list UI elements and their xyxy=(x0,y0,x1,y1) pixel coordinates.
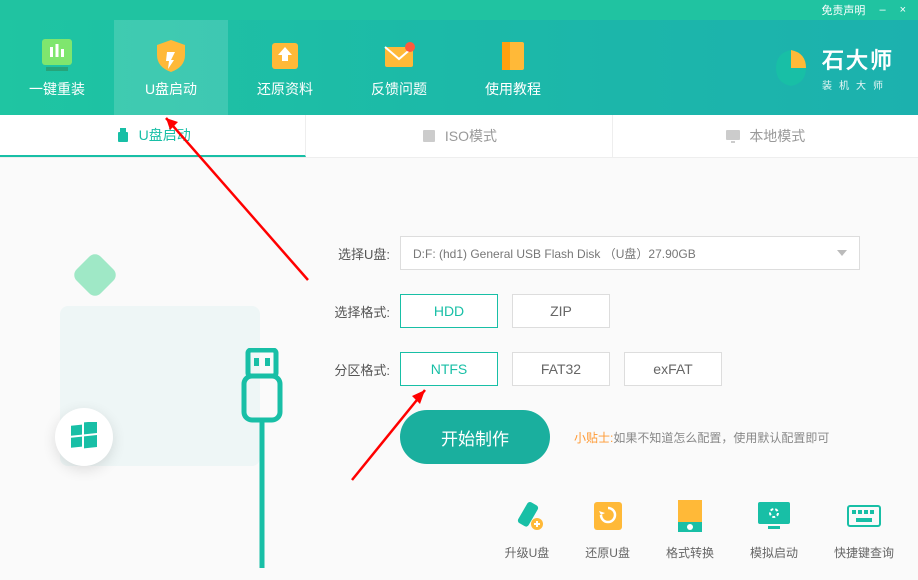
tool-label: 快捷键查询 xyxy=(834,544,894,561)
tip-text: 小贴士:如果不知道怎么配置，使用默认配置即可 xyxy=(574,429,829,446)
tool-label: 格式转换 xyxy=(666,544,714,561)
tool-simulate-boot[interactable]: 模拟启动 xyxy=(750,494,798,561)
usb-shield-icon xyxy=(150,37,192,73)
envelope-icon xyxy=(378,37,420,73)
tool-convert-format[interactable]: 格式转换 xyxy=(666,494,714,561)
chevron-down-icon xyxy=(837,250,847,256)
titlebar: 免责声明 – × xyxy=(0,0,918,20)
subtab-local[interactable]: 本地模式 xyxy=(613,115,918,157)
main-nav: 一键重装 U盘启动 还原资料 反馈问题 使用教程 xyxy=(0,20,570,115)
partition-exfat[interactable]: exFAT xyxy=(624,352,722,386)
start-button[interactable]: 开始制作 xyxy=(400,410,550,464)
nav-reinstall[interactable]: 一键重装 xyxy=(0,20,114,115)
subtab-usb[interactable]: U盘启动 xyxy=(0,115,306,157)
format-zip[interactable]: ZIP xyxy=(512,294,610,328)
nav-label: 一键重装 xyxy=(29,79,85,99)
usb-select-label: 选择U盘: xyxy=(320,244,390,263)
tool-upgrade-usb[interactable]: 升级U盘 xyxy=(505,494,550,561)
subtab-label: U盘启动 xyxy=(139,125,191,145)
windows-logo-icon xyxy=(55,408,113,466)
tip-body: 如果不知道怎么配置，使用默认配置即可 xyxy=(613,431,829,445)
disclaimer-link[interactable]: 免责声明 xyxy=(821,2,865,18)
book-icon xyxy=(492,37,534,73)
close-button[interactable]: × xyxy=(900,4,906,16)
nav-label: 使用教程 xyxy=(485,79,541,99)
nav-tutorial[interactable]: 使用教程 xyxy=(456,20,570,115)
nav-label: U盘启动 xyxy=(145,79,197,99)
partition-label: 分区格式: xyxy=(320,360,390,379)
subtab-iso[interactable]: ISO模式 xyxy=(306,115,612,157)
subtab-label: 本地模式 xyxy=(749,126,805,146)
nav-restore[interactable]: 还原资料 xyxy=(228,20,342,115)
header: 一键重装 U盘启动 还原资料 反馈问题 使用教程 xyxy=(0,20,918,115)
tool-label: 还原U盘 xyxy=(585,544,630,561)
tool-restore-usb[interactable]: 还原U盘 xyxy=(585,494,630,561)
reinstall-icon xyxy=(36,37,78,73)
brand-name: 石大师 xyxy=(822,43,894,75)
format-hdd[interactable]: HDD xyxy=(400,294,498,328)
usb-icon xyxy=(115,127,131,143)
restore-usb-icon xyxy=(586,494,630,538)
brand: 石大师 装机大师 xyxy=(770,43,918,92)
nav-label: 反馈问题 xyxy=(371,79,427,99)
brand-logo-icon xyxy=(770,47,812,89)
nav-feedback[interactable]: 反馈问题 xyxy=(342,20,456,115)
tool-hotkey-lookup[interactable]: 快捷键查询 xyxy=(834,494,894,561)
partition-ntfs[interactable]: NTFS xyxy=(400,352,498,386)
usb-plug-icon xyxy=(232,348,292,568)
keyboard-icon xyxy=(842,494,886,538)
decor-shape xyxy=(71,251,119,299)
brand-sub: 装机大师 xyxy=(822,77,894,92)
iso-icon xyxy=(421,128,437,144)
simulate-icon xyxy=(752,494,796,538)
bottom-tools: 升级U盘 还原U盘 格式转换 模拟启动 快捷键查询 xyxy=(505,494,894,561)
minimize-button[interactable]: – xyxy=(879,4,885,16)
nav-label: 还原资料 xyxy=(257,79,313,99)
usb-select[interactable]: D:F: (hd1) General USB Flash Disk （U盘）27… xyxy=(400,236,860,270)
subtab-label: ISO模式 xyxy=(445,126,497,146)
restore-icon xyxy=(264,37,306,73)
nav-usb-boot[interactable]: U盘启动 xyxy=(114,20,228,115)
tool-label: 升级U盘 xyxy=(505,544,550,561)
usb-select-value: D:F: (hd1) General USB Flash Disk （U盘）27… xyxy=(413,245,696,262)
illustration xyxy=(0,158,320,580)
partition-fat32[interactable]: FAT32 xyxy=(512,352,610,386)
tool-label: 模拟启动 xyxy=(750,544,798,561)
subtabs: U盘启动 ISO模式 本地模式 xyxy=(0,115,918,158)
tip-prefix: 小贴士: xyxy=(574,431,613,445)
upgrade-usb-icon xyxy=(505,494,549,538)
format-label: 选择格式: xyxy=(320,302,390,321)
monitor-icon xyxy=(725,128,741,144)
convert-icon xyxy=(668,494,712,538)
